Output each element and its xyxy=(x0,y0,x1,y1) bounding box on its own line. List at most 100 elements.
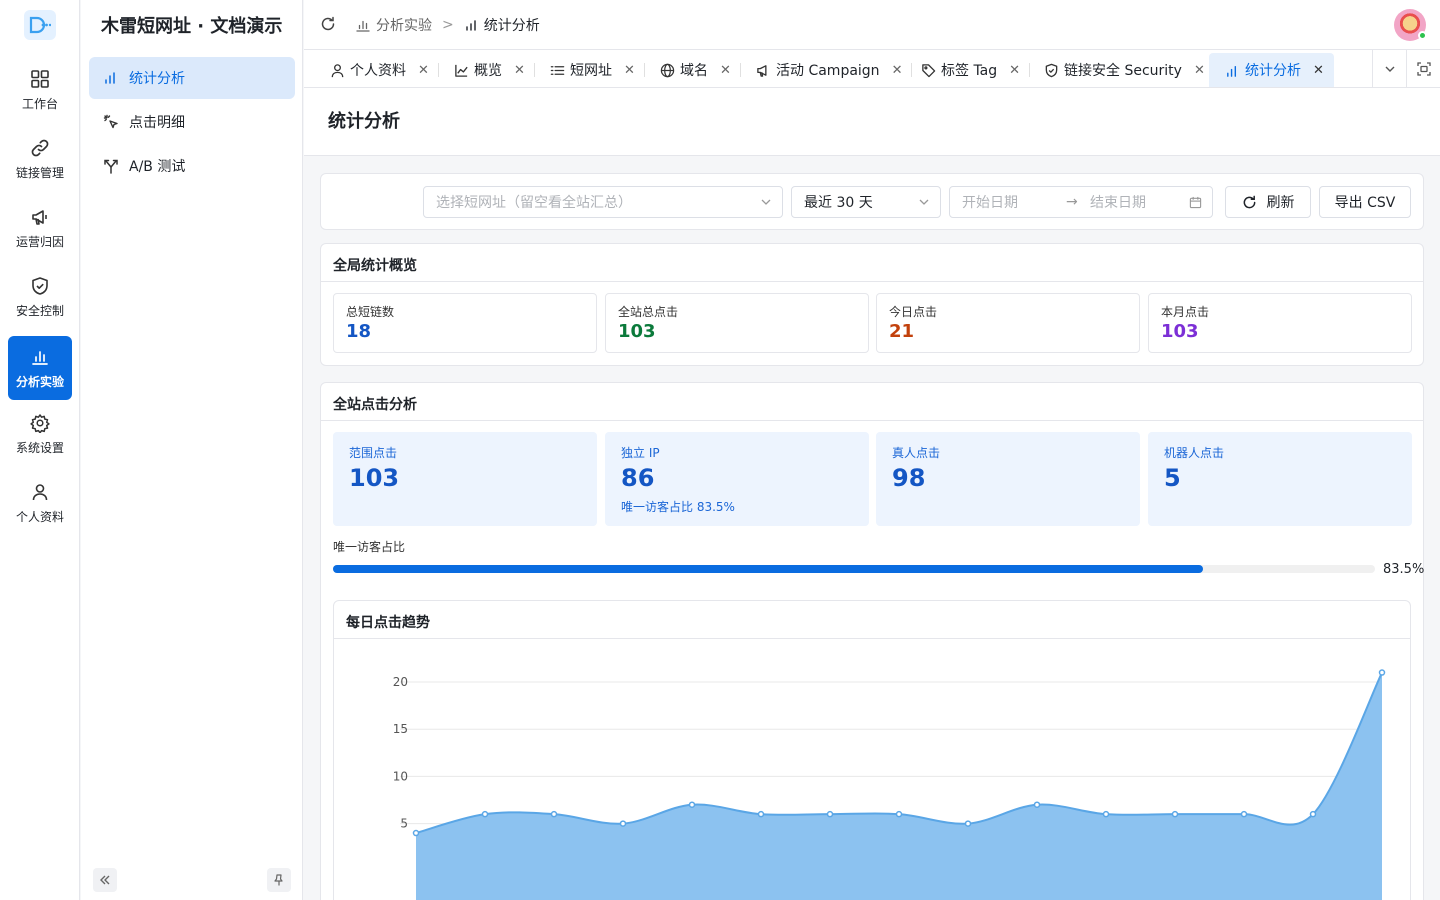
refresh-icon[interactable] xyxy=(320,16,336,32)
chevron-down-icon xyxy=(1385,66,1394,72)
user-icon xyxy=(32,483,48,500)
submenu-item-statistics[interactable]: 统计分析 xyxy=(89,57,295,99)
shield-icon xyxy=(1045,63,1058,77)
global-overview-card: 全局统计概览 总短链数 18 全站总点击 103 今日点击 21 本月点击 10… xyxy=(320,243,1424,366)
rail-item-label: 链接管理 xyxy=(15,165,64,180)
submenu-item-click-details[interactable]: 点击明细 xyxy=(89,101,295,143)
section-divider xyxy=(321,281,1423,282)
tab-close-icon[interactable]: ✕ xyxy=(1009,63,1020,78)
data-point[interactable] xyxy=(964,820,972,827)
rail-item-analytics[interactable]: 分析实验 xyxy=(8,336,72,400)
stat-value: 103 xyxy=(349,464,400,492)
stat-label: 今日点击 xyxy=(889,305,938,319)
section-divider xyxy=(321,420,1423,421)
stat-label: 范围点击 xyxy=(349,446,398,460)
app-title: 木雷短网址 · 文档演示 xyxy=(101,16,283,37)
tab-short-urls[interactable]: 短网址 ✕ xyxy=(534,53,645,87)
data-point[interactable] xyxy=(688,801,696,808)
tab-label: 统计分析 xyxy=(1245,63,1301,79)
tab-label: 活动 Campaign xyxy=(776,63,880,79)
link-icon xyxy=(31,139,49,156)
megaphone-icon xyxy=(32,209,47,225)
rail-item-settings[interactable]: 系统设置 xyxy=(8,402,72,466)
data-point[interactable] xyxy=(481,810,489,818)
data-point[interactable] xyxy=(619,820,627,827)
submenu-item-ab-test[interactable]: A/B 测试 xyxy=(89,145,295,187)
stat-label: 本月点击 xyxy=(1161,305,1210,319)
stat-card-unique-ip: 独立 IP 86 唯一访客占比 83.5% xyxy=(605,432,869,526)
data-point[interactable] xyxy=(1171,810,1179,818)
date-range-picker[interactable]: 开始日期 → 结束日期 xyxy=(949,186,1213,218)
range-select[interactable]: 最近 30 天 xyxy=(791,186,941,218)
tab-tags[interactable]: 标签 Tag ✕ xyxy=(905,53,1031,87)
bar-chart-icon xyxy=(356,20,370,32)
breadcrumb-separator-icon: > xyxy=(442,17,454,33)
tab-profile[interactable]: 个人资料 ✕ xyxy=(314,53,439,87)
split-icon xyxy=(104,159,118,174)
top-header: 分析实验 > 统计分析 xyxy=(304,0,1440,50)
data-point[interactable] xyxy=(1033,801,1041,808)
rail-item-profile[interactable]: 个人资料 xyxy=(8,471,72,535)
tab-close-icon[interactable]: ✕ xyxy=(1194,63,1205,78)
start-date-input[interactable]: 开始日期 xyxy=(962,192,1066,212)
tab-close-icon[interactable]: ✕ xyxy=(892,63,903,78)
tab-campaign[interactable]: 活动 Campaign ✕ xyxy=(740,53,913,87)
chart-title: 每日点击趋势 xyxy=(346,615,430,631)
unique-visitor-label: 唯一访客占比 xyxy=(333,540,406,554)
export-csv-button[interactable]: 导出 CSV xyxy=(1319,186,1411,218)
data-point[interactable] xyxy=(895,810,903,818)
data-point[interactable] xyxy=(1378,669,1386,676)
y-tick-label: 20 xyxy=(393,675,408,689)
user-avatar[interactable] xyxy=(1394,9,1427,41)
rail-item-label: 安全控制 xyxy=(15,303,64,318)
grid-icon xyxy=(31,69,49,88)
tab-close-icon[interactable]: ✕ xyxy=(1313,63,1324,78)
y-tick-label: 15 xyxy=(393,722,408,736)
refresh-button[interactable]: 刷新 xyxy=(1225,186,1311,218)
tab-domains[interactable]: 域名 ✕ xyxy=(644,53,741,87)
short-url-select[interactable]: 选择短网址（留空看全站汇总） xyxy=(423,186,783,218)
user-icon xyxy=(331,63,344,77)
tab-close-icon[interactable]: ✕ xyxy=(624,63,635,78)
data-point[interactable] xyxy=(1102,810,1110,818)
tab-statistics[interactable]: 统计分析 ✕ xyxy=(1209,53,1334,87)
icon-rail: 工作台 链接管理 运营归因 安全控制 分析实验 系统设置 个人资料 xyxy=(0,0,80,900)
tab-close-icon[interactable]: ✕ xyxy=(720,63,731,78)
section-title: 全局统计概览 xyxy=(333,258,417,274)
sub-menu: 木雷短网址 · 文档演示 统计分析 点击明细 A/B 测试 xyxy=(81,0,303,900)
bar-chart-icon xyxy=(105,72,115,84)
breadcrumb-parent[interactable]: 分析实验 xyxy=(376,15,432,35)
stat-label: 独立 IP xyxy=(621,446,660,460)
data-point[interactable] xyxy=(757,810,765,818)
tab-label: 标签 Tag xyxy=(941,63,998,79)
tab-close-icon[interactable]: ✕ xyxy=(514,63,525,78)
submenu-item-label: 统计分析 xyxy=(129,71,185,87)
data-point[interactable] xyxy=(1309,810,1317,818)
data-point[interactable] xyxy=(1240,810,1248,818)
pin-sidebar-button[interactable] xyxy=(267,868,291,892)
stat-value: 103 xyxy=(618,321,656,342)
stat-value: 5 xyxy=(1164,464,1181,492)
rail-item-links[interactable]: 链接管理 xyxy=(8,127,72,191)
stat-card-human-clicks: 真人点击 98 xyxy=(876,432,1140,526)
tab-close-icon[interactable]: ✕ xyxy=(418,63,429,78)
rail-item-workbench[interactable]: 工作台 xyxy=(8,58,72,122)
tab-overview[interactable]: 概览 ✕ xyxy=(438,53,535,87)
globe-icon xyxy=(660,63,675,77)
collapse-sidebar-button[interactable] xyxy=(93,868,117,892)
rail-item-attribution[interactable]: 运营归因 xyxy=(8,196,72,260)
fullscreen-button[interactable] xyxy=(1406,50,1440,88)
data-point[interactable] xyxy=(550,810,558,818)
line-chart-icon xyxy=(455,64,468,77)
tab-security[interactable]: 链接安全 Security ✕ xyxy=(1028,53,1215,87)
data-point[interactable] xyxy=(412,829,420,837)
tabs-dropdown-button[interactable] xyxy=(1372,50,1406,88)
stat-card-today-clicks: 今日点击 21 xyxy=(876,293,1140,353)
fullscreen-icon xyxy=(1416,62,1431,76)
click-analysis-card: 全站点击分析 范围点击 103 独立 IP 86 唯一访客占比 83.5% 真人… xyxy=(320,382,1424,900)
refresh-button-label: 刷新 xyxy=(1266,195,1295,211)
rail-item-security[interactable]: 安全控制 xyxy=(8,265,72,329)
data-point[interactable] xyxy=(826,810,834,818)
app-logo-icon[interactable] xyxy=(24,10,56,40)
end-date-input[interactable]: 结束日期 xyxy=(1090,192,1146,212)
